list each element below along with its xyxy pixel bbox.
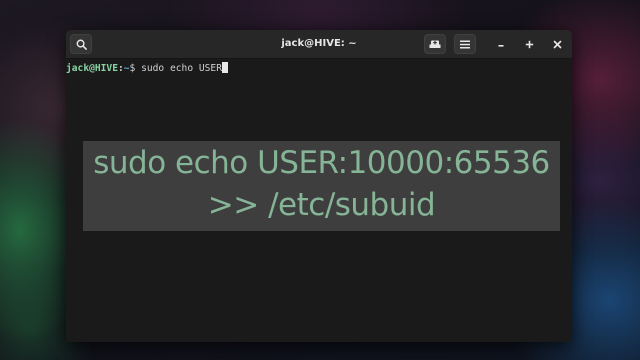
callout-line-1: sudo echo USER:10000:65536 — [93, 145, 550, 181]
command-callout: sudo echo USER:10000:65536 >> /etc/subui… — [83, 141, 560, 231]
minimize-button[interactable] — [490, 34, 512, 54]
typed-command: sudo echo USER — [141, 63, 222, 74]
maximize-button[interactable] — [518, 34, 540, 54]
text-cursor — [221, 62, 228, 73]
close-icon — [553, 40, 562, 49]
prompt-user-host: jack@HIVE — [66, 63, 118, 74]
command-line: jack@HIVE:~$ sudo echo USER — [66, 62, 228, 75]
minimize-icon — [497, 40, 505, 48]
new-tab-button[interactable] — [424, 34, 446, 54]
new-tab-icon — [429, 39, 441, 50]
hamburger-menu-icon — [460, 40, 470, 49]
maximize-icon — [525, 40, 534, 49]
menu-button[interactable] — [454, 34, 476, 54]
title-bar[interactable]: jack@HIVE: ~ — [66, 30, 572, 59]
close-button[interactable] — [546, 34, 568, 54]
prompt-symbol: $ — [129, 63, 136, 74]
callout-line-2: >> /etc/subuid — [207, 187, 436, 223]
